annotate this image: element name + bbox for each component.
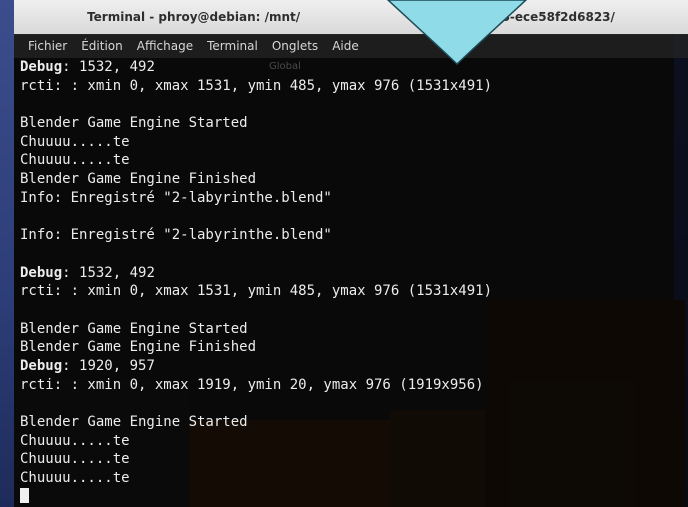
terminal-prompt-line: [20, 487, 688, 507]
terminal-line: Chuuuu.....te: [20, 469, 688, 488]
terminal-line: Info: Enregistré "2-labyrinthe.blend": [20, 189, 688, 208]
terminal-line-text: rcti: : xmin 0, xmax 1531, ymin 485, yma…: [20, 283, 493, 300]
terminal-line: Chuuuu.....te: [20, 450, 688, 469]
terminal-cursor: [20, 487, 29, 503]
terminal-line: Debug: 1532, 492: [20, 58, 688, 77]
terminal-line-text: Blender Game Engine Finished: [20, 171, 257, 188]
terminal-line: Blender Game Engine Started: [20, 413, 688, 432]
menu-terminal[interactable]: Terminal: [200, 34, 265, 58]
pointer-triangle-icon: [386, 0, 528, 66]
terminal-output[interactable]: Debug: 1532, 492 rcti: : xmin 0, xmax 153…: [14, 58, 688, 507]
terminal-line-text: Info: Enregistré "2-labyrinthe.blend": [20, 227, 332, 244]
terminal-line-text: Chuuuu.....te: [20, 152, 130, 169]
terminal-line: Debug: 1532, 492: [20, 264, 688, 283]
terminal-window: Terminal - phroy@debian: /mnt/ 3-4354-af…: [14, 0, 688, 507]
terminal-line-text: rcti: : xmin 0, xmax 1919, ymin 20, ymax…: [20, 376, 484, 393]
terminal-line: Blender Game Engine Finished: [20, 338, 688, 357]
terminal-line: Blender Game Engine Started: [20, 114, 688, 133]
terminal-line: Info: Enregistré "2-labyrinthe.blend": [20, 226, 688, 245]
window-titlebar[interactable]: Terminal - phroy@debian: /mnt/ 3-4354-af…: [14, 0, 688, 35]
desktop-left-strip: [0, 0, 14, 507]
terminal-line-bold: Debug: [20, 358, 63, 374]
terminal-line-text: Chuuuu.....te: [20, 470, 130, 487]
menu-bar: Fichier Édition Affichage Terminal Ongle…: [14, 34, 688, 58]
menu-aide[interactable]: Aide: [325, 34, 366, 58]
terminal-line: rcti: : xmin 0, xmax 1531, ymin 485, yma…: [20, 77, 688, 96]
terminal-line: Blender Game Engine Finished: [20, 170, 688, 189]
terminal-line: rcti: : xmin 0, xmax 1919, ymin 20, ymax…: [20, 376, 688, 395]
terminal-line-text: : 1532, 492: [62, 264, 155, 281]
terminal-line-text: rcti: : xmin 0, xmax 1531, ymin 485, yma…: [20, 77, 493, 94]
ghost-blender-toolbar: Global: [269, 58, 301, 74]
ghost-global-label: Global: [269, 60, 301, 72]
terminal-line: Chuuuu.....te: [20, 151, 688, 170]
terminal-line-bold: Debug: [20, 264, 63, 281]
terminal-line-text: Blender Game Engine Finished: [20, 339, 257, 356]
terminal-line-text: Blender Game Engine Started: [20, 115, 248, 132]
menu-edition[interactable]: Édition: [74, 34, 130, 58]
terminal-line: Chuuuu.....te: [20, 432, 688, 451]
menu-affichage[interactable]: Affichage: [130, 34, 200, 58]
terminal-line-bold: Debug: [20, 59, 63, 75]
terminal-line-text: : 1532, 492: [62, 59, 155, 75]
terminal-line-text: Blender Game Engine Started: [20, 320, 248, 337]
window-title-left: Terminal - phroy@debian: /mnt/: [87, 10, 301, 24]
terminal-line-text: Chuuuu.....te: [20, 451, 130, 468]
terminal-line-text: Chuuuu.....te: [20, 133, 130, 150]
menu-fichier[interactable]: Fichier: [14, 34, 74, 58]
terminal-line: Blender Game Engine Started: [20, 320, 688, 339]
terminal-line: Chuuuu.....te: [20, 133, 688, 152]
terminal-line-text: : 1920, 957: [62, 358, 155, 374]
menu-onglets[interactable]: Onglets: [265, 34, 325, 58]
terminal-line-text: Blender Game Engine Started: [20, 414, 248, 431]
terminal-line-text: Chuuuu.....te: [20, 432, 130, 449]
terminal-line-text: Info: Enregistré "2-labyrinthe.blend": [20, 189, 332, 206]
terminal-line: rcti: : xmin 0, xmax 1531, ymin 485, yma…: [20, 282, 688, 301]
terminal-line: Debug: 1920, 957: [20, 357, 688, 376]
